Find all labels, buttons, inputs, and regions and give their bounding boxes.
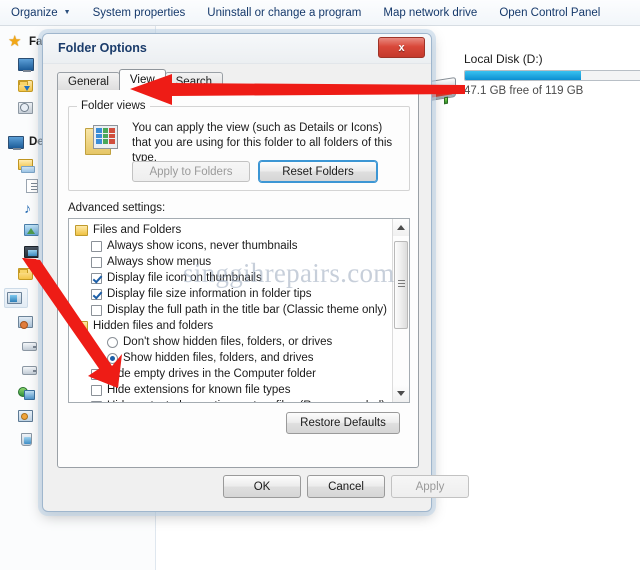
drive-name: Local Disk (D:) <box>464 52 543 66</box>
drive-item-local-disk-d[interactable]: Local Disk (D:) 47.1 GB free of 119 GB <box>404 52 640 106</box>
list-item-label: Always show icons, never thumbnails <box>107 240 298 252</box>
restore-defaults-button[interactable]: Restore Defaults <box>286 412 400 434</box>
control-panel-icon <box>18 408 34 424</box>
sidebar-item-downloads[interactable] <box>18 78 34 94</box>
ok-button[interactable]: OK <box>223 475 301 498</box>
documents-icon <box>24 178 40 194</box>
apply-to-folders-button[interactable]: Apply to Folders <box>132 161 250 182</box>
folder-views-description: You can apply the view (such as Details … <box>132 122 393 164</box>
dialog-title: Folder Options <box>58 41 147 55</box>
pictures-icon <box>24 222 40 238</box>
list-item-label: Display file size information in folder … <box>107 288 312 300</box>
sidebar-item-control-panel[interactable] <box>18 408 34 424</box>
command-open-control-panel[interactable]: Open Control Panel <box>488 0 611 26</box>
star-icon: ★ <box>8 33 22 50</box>
dialog-footer-buttons: OK Cancel Apply <box>43 475 469 499</box>
advanced-settings-label: Advanced settings: <box>68 202 166 214</box>
sidebar-item-libraries[interactable] <box>18 156 35 173</box>
sidebar-item-documents[interactable] <box>24 178 40 194</box>
dialog-title-bar: Folder Options x <box>43 34 431 64</box>
list-item-label: Display file icon on thumbnails <box>107 272 262 284</box>
list-item[interactable]: Hide protected operating system files (R… <box>69 398 394 402</box>
command-map-network-drive[interactable]: Map network drive <box>372 0 488 26</box>
recent-places-icon <box>18 100 34 116</box>
tab-general[interactable]: General <box>57 72 120 90</box>
sidebar-item-recent-places[interactable] <box>18 100 34 116</box>
list-item[interactable]: Always show icons, never thumbnails <box>69 238 394 254</box>
command-system-properties[interactable]: System properties <box>82 0 197 26</box>
arrow-pointing-to-view-tab <box>130 74 465 105</box>
drive-capacity-text: 47.1 GB free of 119 GB <box>464 85 584 97</box>
list-item-label: Hide protected operating system files (R… <box>107 400 385 402</box>
close-icon[interactable]: x <box>378 37 425 58</box>
scrollbar-thumb[interactable] <box>394 241 408 329</box>
command-uninstall-or-change-a-program[interactable]: Uninstall or change a program <box>196 0 372 26</box>
checkbox-always-show-icons[interactable] <box>91 240 102 252</box>
folder-views-group: Folder views You can apply the view (suc… <box>68 100 410 191</box>
recycle-bin-icon <box>18 432 34 448</box>
list-item-label: Files and Folders <box>93 224 182 236</box>
desktop-icon <box>8 134 24 150</box>
scroll-down-icon[interactable] <box>393 385 409 402</box>
list-item-label: Show hidden files, folders, and drives <box>123 352 314 364</box>
list-item[interactable]: Files and Folders <box>69 222 394 238</box>
list-item-label: Hide empty drives in the Computer folder <box>107 368 317 380</box>
list-item-label: Hide extensions for known file types <box>107 384 291 396</box>
command-organize-label: Organize <box>11 6 58 19</box>
desktop-icon <box>18 56 34 72</box>
explorer-command-bar: Organize ▼ System properties Uninstall o… <box>0 0 640 26</box>
command-organize[interactable]: Organize ▼ <box>0 0 82 26</box>
sidebar-item-desktop-fav[interactable] <box>18 56 34 72</box>
sidebar-item-pictures[interactable] <box>24 222 40 238</box>
checkbox-hide-protected-operating-system-files[interactable] <box>91 400 102 402</box>
downloads-folder-icon <box>18 78 34 94</box>
list-item-label: Display the full path in the title bar (… <box>107 304 387 316</box>
libraries-icon <box>18 156 35 173</box>
cancel-button[interactable]: Cancel <box>307 475 385 498</box>
scroll-up-icon[interactable] <box>393 219 409 236</box>
arrow-pointing-to-hide-extensions-checkbox <box>22 258 122 388</box>
apply-button[interactable]: Apply <box>391 475 469 498</box>
list-item-label: Don't show hidden files, folders, or dri… <box>123 336 333 348</box>
sidebar-item-recycle-bin[interactable] <box>18 432 34 448</box>
reset-folders-button[interactable]: Reset Folders <box>259 161 377 182</box>
folder-icon <box>75 224 88 236</box>
music-icon: ♪ <box>24 200 31 216</box>
drive-usage-bar <box>464 70 640 81</box>
sidebar-item-music[interactable]: ♪ <box>24 200 40 216</box>
chevron-down-icon: ▼ <box>63 9 71 16</box>
advanced-list-scrollbar[interactable] <box>392 219 409 402</box>
folder-views-icon <box>85 125 119 157</box>
